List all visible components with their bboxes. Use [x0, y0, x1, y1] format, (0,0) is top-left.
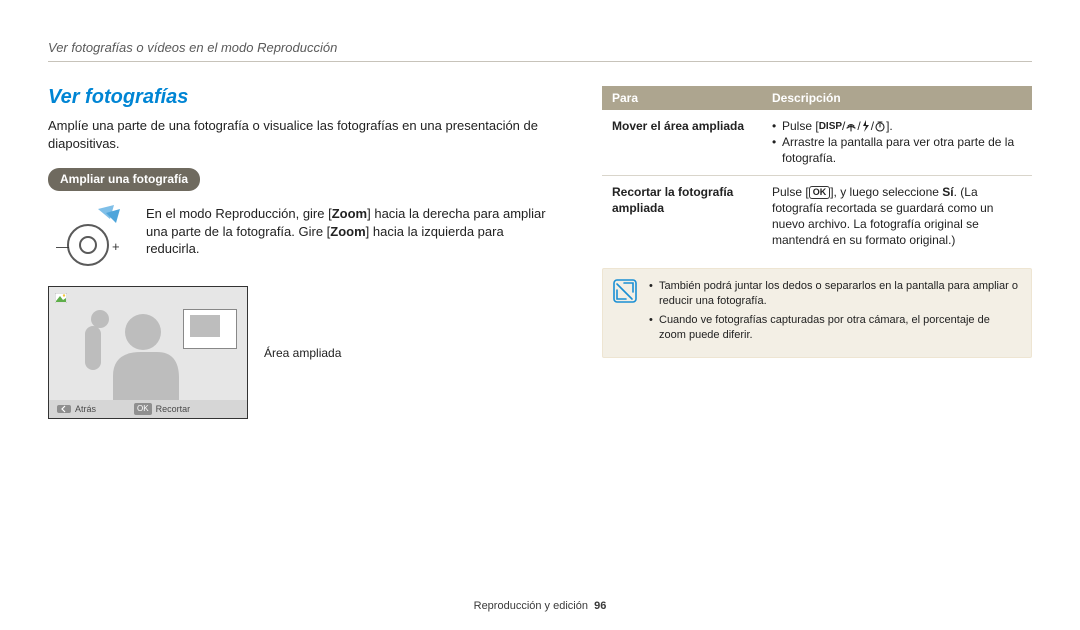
preview-caption: Área ampliada	[264, 346, 341, 360]
table-head-a: Para	[602, 86, 762, 110]
zoom-instruction-row: — + En el modo Reproducción, gire [Zoom]…	[48, 205, 554, 272]
row-desc: Pulse [OK], y luego seleccione Sí. (La f…	[762, 175, 1032, 256]
page-header: Ver fotografías o vídeos en el modo Repr…	[48, 40, 1032, 55]
note-box: También podrá juntar los dedos o separar…	[602, 268, 1032, 357]
zoom-instruction-text: En el modo Reproducción, gire [Zoom] hac…	[146, 205, 554, 258]
zoom-dial-icon: — +	[48, 205, 132, 272]
footer-page-number: 96	[594, 600, 606, 612]
page-footer: Reproducción y edición 96	[0, 600, 1080, 612]
section-heading: Ampliar una fotografía	[48, 168, 200, 191]
left-column: Ver fotografías Amplíe una parte de una …	[48, 86, 554, 419]
text: Pulse [	[782, 119, 819, 133]
list-item: Pulse [DISP///].	[772, 118, 1022, 134]
timer-icon	[874, 120, 886, 132]
macro-icon	[845, 120, 857, 132]
note-item: Cuando ve fotografías capturadas por otr…	[649, 313, 1019, 343]
row-label: Mover el área ampliada	[602, 110, 762, 175]
back-control: Atrás	[49, 404, 96, 414]
disp-key-icon: DISP	[819, 121, 842, 132]
content-columns: Ver fotografías Amplíe una parte de una …	[48, 86, 1032, 419]
text: ], y luego seleccione	[830, 185, 942, 199]
divider	[48, 61, 1032, 62]
crop-control: OK Recortar	[126, 403, 190, 415]
back-icon	[57, 405, 71, 413]
back-label: Atrás	[75, 404, 96, 414]
row-desc: Pulse [DISP///]. Arrastre la pantalla pa…	[762, 110, 1032, 175]
table-head-b: Descripción	[762, 86, 1032, 110]
text: En el modo Reproducción, gire [	[146, 206, 332, 221]
text: ].	[886, 119, 893, 133]
instructions-table: Para Descripción Mover el área ampliada …	[602, 86, 1032, 256]
note-icon	[613, 279, 637, 303]
row-label: Recortar la fotografía ampliada	[602, 175, 762, 256]
crop-label: Recortar	[156, 404, 191, 414]
text: Sí	[942, 185, 953, 199]
right-column: Para Descripción Mover el área ampliada …	[602, 86, 1032, 419]
svg-text:—: —	[56, 239, 69, 254]
flash-icon	[861, 120, 871, 132]
text: Zoom	[332, 206, 367, 221]
text: Pulse [	[772, 185, 809, 199]
preview-controls: Atrás OK Recortar	[49, 400, 247, 418]
svg-text:+: +	[112, 239, 120, 254]
ok-button-icon: OK	[809, 186, 831, 199]
note-item: También podrá juntar los dedos o separar…	[649, 279, 1019, 309]
table-row: Recortar la fotografía ampliada Pulse [O…	[602, 175, 1032, 256]
list-item: Arrastre la pantalla para ver otra parte…	[772, 134, 1022, 166]
zoom-inset-icon	[183, 309, 237, 349]
table-row: Mover el área ampliada Pulse [DISP///]. …	[602, 110, 1032, 175]
intro-text: Amplíe una parte de una fotografía o vis…	[48, 117, 554, 152]
preview-row: Atrás OK Recortar Área ampliada	[48, 286, 554, 419]
table-header-row: Para Descripción	[602, 86, 1032, 110]
footer-section: Reproducción y edición	[474, 600, 588, 612]
preview-box: Atrás OK Recortar	[48, 286, 248, 419]
image-thumb-icon	[55, 293, 67, 303]
text: Zoom	[330, 224, 365, 239]
page-title: Ver fotografías	[48, 86, 554, 109]
ok-key-icon: OK	[134, 403, 152, 415]
